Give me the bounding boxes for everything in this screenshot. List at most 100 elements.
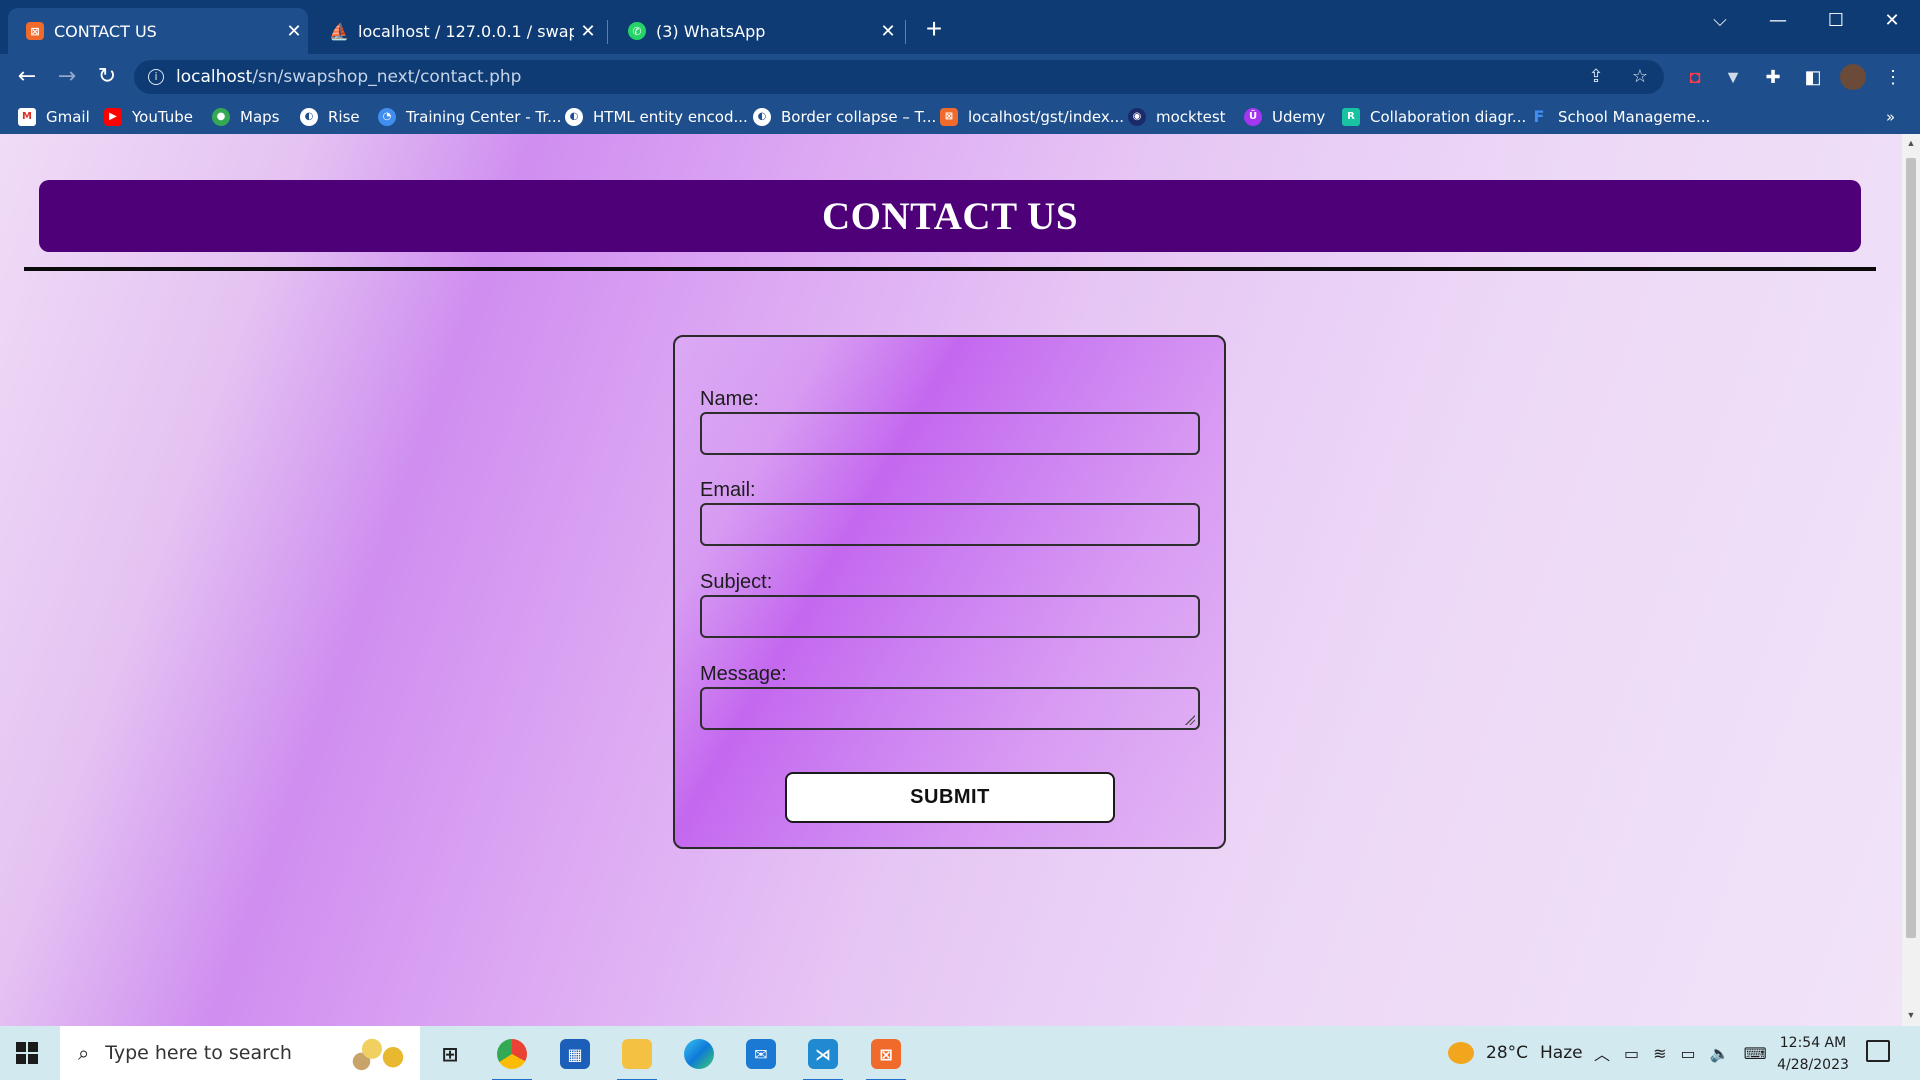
header-divider bbox=[24, 267, 1876, 271]
share-icon[interactable]: ⇪ bbox=[1584, 65, 1608, 89]
windows-logo-icon bbox=[16, 1042, 26, 1052]
taskbar-store[interactable]: ▦ bbox=[553, 1034, 597, 1074]
weather-haze-icon bbox=[1448, 1042, 1474, 1064]
windows-logo-icon bbox=[28, 1054, 38, 1064]
forward-button[interactable]: → bbox=[52, 62, 82, 92]
bookmarks-overflow-button[interactable]: » bbox=[1886, 107, 1895, 127]
search-highlight-image bbox=[344, 1032, 414, 1074]
bookmark-youtube[interactable]: ▶ YouTube bbox=[104, 107, 193, 127]
bookmark-collaboration[interactable]: R Collaboration diagr... bbox=[1342, 107, 1526, 127]
message-textarea[interactable] bbox=[700, 687, 1200, 730]
taskbar-edge[interactable] bbox=[677, 1034, 721, 1074]
whatsapp-icon: ✆ bbox=[628, 22, 646, 40]
weather-widget[interactable]: 28°C Haze bbox=[1448, 1026, 1583, 1080]
side-panel-icon[interactable]: ◧ bbox=[1800, 64, 1826, 90]
close-window-button[interactable]: ✕ bbox=[1864, 6, 1920, 36]
back-button[interactable]: ← bbox=[12, 62, 42, 92]
bookmark-mocktest[interactable]: ◉ mocktest bbox=[1128, 107, 1226, 127]
email-label: Email: bbox=[700, 479, 756, 501]
submit-button[interactable]: SUBMIT bbox=[785, 772, 1115, 823]
tab-separator bbox=[905, 20, 906, 44]
browser-toolbar: ← → ↻ i localhost/sn/swapshop_next/conta… bbox=[0, 54, 1920, 100]
vue-extension-icon[interactable]: ▼ bbox=[1720, 64, 1746, 90]
bookmark-school-management[interactable]: F School Manageme... bbox=[1530, 107, 1711, 127]
bookmark-label: Maps bbox=[240, 108, 280, 126]
scroll-thumb[interactable] bbox=[1906, 158, 1916, 938]
close-tab-icon[interactable]: ✕ bbox=[280, 21, 308, 42]
notification-center-icon[interactable] bbox=[1866, 1040, 1890, 1062]
meet-now-icon[interactable]: ▭ bbox=[1624, 1044, 1639, 1063]
bookmark-udemy[interactable]: Ü Udemy bbox=[1244, 107, 1325, 127]
address-host: localhost bbox=[176, 67, 253, 87]
bookmark-border-collapse[interactable]: ◐ Border collapse – T... bbox=[753, 107, 936, 127]
bookmark-label: Udemy bbox=[1272, 108, 1326, 126]
taskbar-file-explorer[interactable] bbox=[615, 1034, 659, 1080]
search-icon: ⌕ bbox=[78, 1041, 90, 1065]
language-icon[interactable]: ⌨ bbox=[1744, 1044, 1767, 1063]
site-info-icon[interactable]: i bbox=[148, 69, 164, 85]
subject-input[interactable] bbox=[700, 595, 1200, 638]
profile-avatar[interactable] bbox=[1840, 64, 1866, 90]
volume-icon[interactable]: 🔈 bbox=[1710, 1044, 1730, 1063]
bookmark-html-entity[interactable]: ◐ HTML entity encod... bbox=[565, 107, 748, 127]
scroll-down-arrow-icon[interactable]: ▼ bbox=[1902, 1010, 1920, 1022]
bookmark-label: mocktest bbox=[1156, 108, 1226, 126]
training-icon: ◔ bbox=[378, 108, 396, 126]
scroll-up-arrow-icon[interactable]: ▲ bbox=[1902, 138, 1920, 150]
wifi-icon[interactable]: ≋ bbox=[1653, 1044, 1666, 1063]
tab-title: localhost / 127.0.0.1 / swapshop_ bbox=[358, 21, 574, 41]
show-hidden-icons-chevron-icon[interactable]: ︿ bbox=[1594, 1041, 1610, 1065]
bookmark-label: localhost/gst/index... bbox=[968, 108, 1124, 126]
close-tab-icon[interactable]: ✕ bbox=[874, 21, 902, 42]
email-input[interactable] bbox=[700, 503, 1200, 546]
bookmark-training-center[interactable]: ◔ Training Center - Tr... bbox=[378, 107, 561, 127]
bookmark-maps[interactable]: ● Maps bbox=[212, 107, 279, 127]
minimize-button[interactable]: — bbox=[1750, 6, 1806, 36]
battery-icon[interactable]: ▭ bbox=[1681, 1044, 1696, 1063]
taskbar-clock[interactable]: 12:54 AM 4/28/2023 bbox=[1768, 1032, 1858, 1076]
message-label: Message: bbox=[700, 663, 787, 685]
pocket-extension-icon[interactable]: ◘ bbox=[1682, 64, 1708, 90]
tab-search-chevron-icon[interactable]: ⌵ bbox=[1692, 6, 1748, 36]
taskbar-vscode[interactable]: ⋊ bbox=[801, 1034, 845, 1080]
close-tab-icon[interactable]: ✕ bbox=[574, 21, 602, 42]
resize-grip-icon[interactable] bbox=[1185, 715, 1195, 725]
taskbar-search-box[interactable]: ⌕ Type here to search bbox=[60, 1026, 420, 1080]
taskbar-mail[interactable]: ✉ bbox=[739, 1034, 783, 1074]
bookmarks-bar: M Gmail ▶ YouTube ● Maps ◐ Rise ◔ Traini… bbox=[0, 100, 1920, 134]
maximize-button[interactable]: ☐ bbox=[1808, 6, 1864, 36]
new-tab-button[interactable]: + bbox=[918, 14, 950, 46]
tab-phpmyadmin[interactable]: ⛵ localhost / 127.0.0.1 / swapshop_ ✕ bbox=[312, 8, 602, 54]
page-title: CONTACT US bbox=[821, 194, 1079, 238]
xampp-icon: ⊠ bbox=[940, 108, 958, 126]
vscode-icon: ⋊ bbox=[808, 1039, 838, 1069]
name-input[interactable] bbox=[700, 412, 1200, 455]
task-view-icon: ⊞ bbox=[441, 1042, 459, 1066]
address-bar[interactable]: i localhost/sn/swapshop_next/contact.php… bbox=[134, 60, 1664, 94]
xampp-icon: ⊠ bbox=[26, 22, 44, 40]
windows-logo-icon bbox=[16, 1054, 26, 1064]
bookmark-label: HTML entity encod... bbox=[593, 108, 748, 126]
name-label: Name: bbox=[700, 388, 759, 410]
xampp-icon: ⊠ bbox=[871, 1039, 901, 1069]
bookmark-rise[interactable]: ◐ Rise bbox=[300, 107, 360, 127]
tab-whatsapp[interactable]: ✆ (3) WhatsApp ✕ bbox=[610, 8, 902, 54]
extensions-puzzle-icon[interactable]: ✚ bbox=[1760, 64, 1786, 90]
tab-title: CONTACT US bbox=[54, 21, 157, 41]
taskbar-xampp[interactable]: ⊠ bbox=[864, 1034, 908, 1080]
task-view-button[interactable]: ⊞ bbox=[428, 1034, 472, 1074]
windows-taskbar: ⌕ Type here to search ⊞ ▦ ✉ ⋊ ⊠ 28°C Haz… bbox=[0, 1026, 1920, 1080]
bookmark-gmail[interactable]: M Gmail bbox=[18, 107, 90, 127]
bookmark-label: Border collapse – T... bbox=[781, 108, 937, 126]
page-scrollbar[interactable]: ▲ ▼ bbox=[1902, 134, 1920, 1026]
youtube-icon: ▶ bbox=[104, 108, 122, 126]
bookmark-star-icon[interactable]: ☆ bbox=[1628, 65, 1652, 89]
bookmark-localhost-gst[interactable]: ⊠ localhost/gst/index... bbox=[940, 107, 1124, 127]
taskbar-chrome[interactable] bbox=[490, 1034, 534, 1080]
mail-icon: ✉ bbox=[746, 1039, 776, 1069]
bookmark-label: Gmail bbox=[46, 108, 90, 126]
reload-button[interactable]: ↻ bbox=[92, 62, 122, 92]
tab-contact-us[interactable]: ⊠ CONTACT US ✕ bbox=[8, 8, 308, 54]
start-button[interactable] bbox=[16, 1042, 38, 1064]
menu-kebab-icon[interactable]: ⋮ bbox=[1880, 64, 1906, 90]
